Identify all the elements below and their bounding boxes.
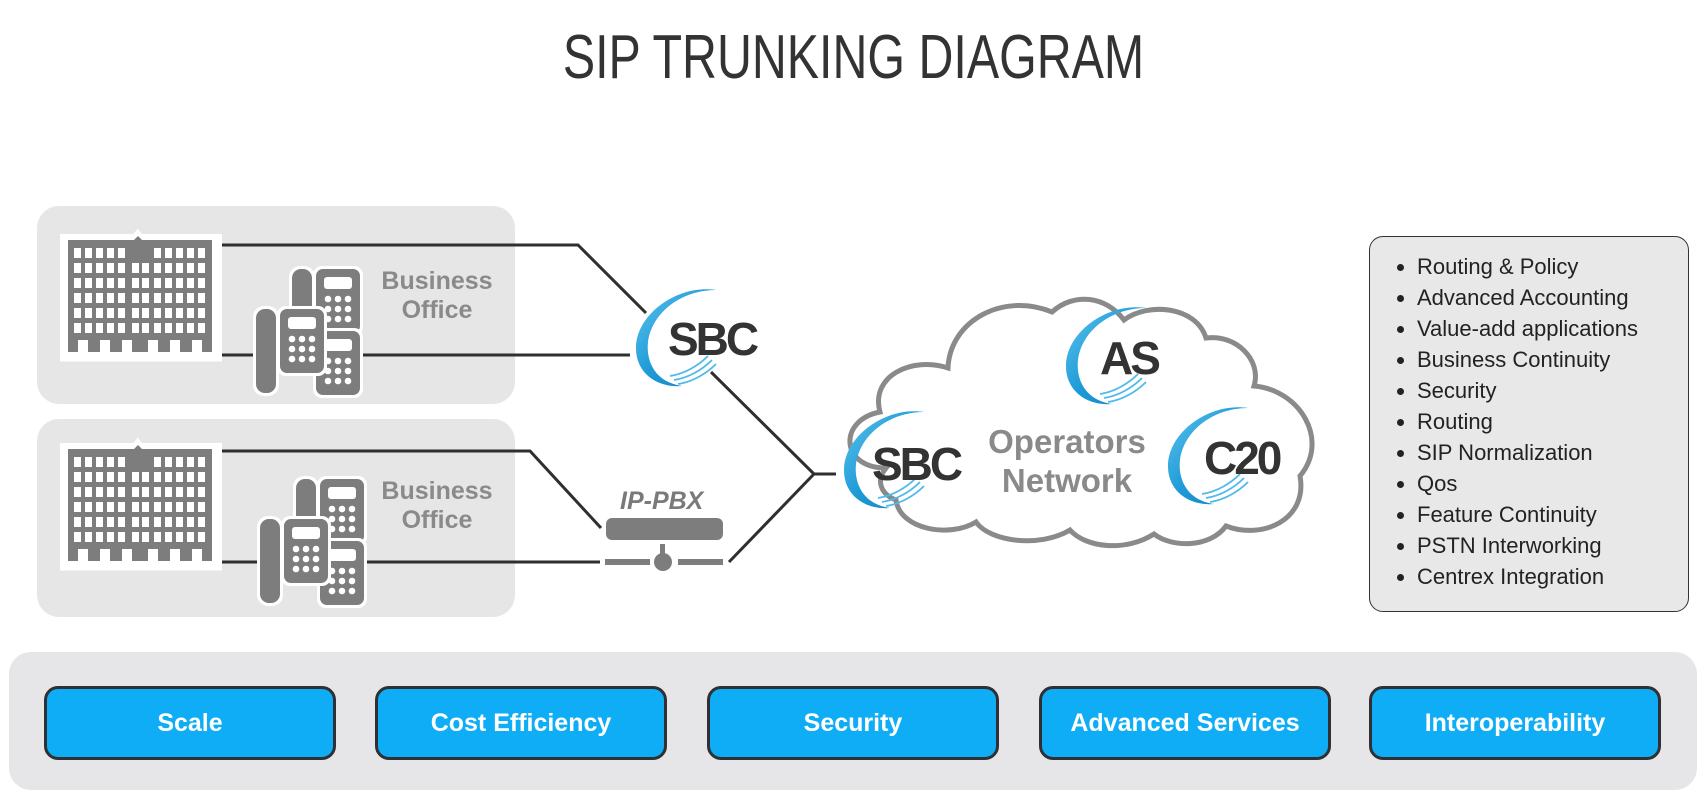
feature-item: Feature Continuity xyxy=(1417,499,1688,530)
feature-item: Advanced Accounting xyxy=(1417,282,1688,313)
ip-pbx-device xyxy=(605,518,723,571)
features-list-box: Routing & Policy Advanced Accounting Val… xyxy=(1369,236,1689,612)
benefit-advanced-services[interactable]: Advanced Services xyxy=(1039,686,1331,760)
cloud-label: Operators Network xyxy=(967,422,1167,500)
office-label-line2: Office xyxy=(401,506,473,534)
c20-label: C20 xyxy=(1204,432,1281,484)
feature-item: Qos xyxy=(1417,468,1688,499)
building-icon xyxy=(60,229,222,362)
feature-item: Centrex Integration xyxy=(1417,561,1688,592)
benefit-interoperability[interactable]: Interoperability xyxy=(1369,686,1661,760)
feature-item: Routing & Policy xyxy=(1417,251,1688,282)
as-label: AS xyxy=(1100,332,1159,384)
benefit-cost-efficiency[interactable]: Cost Efficiency xyxy=(375,686,667,760)
feature-item: Security xyxy=(1417,375,1688,406)
office-label-line1: Business xyxy=(381,477,493,505)
edge-sbc-label: SBC xyxy=(668,313,758,365)
line-sbc-to-junction xyxy=(709,370,816,476)
office-label-line1: Business xyxy=(381,267,493,295)
phones-icon xyxy=(257,476,367,608)
features-list: Routing & Policy Advanced Accounting Val… xyxy=(1370,237,1688,592)
cloud-sbc-label: SBC xyxy=(872,438,962,490)
phones-icon xyxy=(253,266,363,398)
feature-item: SIP Normalization xyxy=(1417,437,1688,468)
feature-item: PSTN Interworking xyxy=(1417,530,1688,561)
feature-item: Value-add applications xyxy=(1417,313,1688,344)
cloud-label-line1: Operators xyxy=(988,423,1146,460)
ip-pbx-label: IP-PBX xyxy=(620,487,704,515)
office-label-line2: Office xyxy=(401,296,473,324)
benefit-scale[interactable]: Scale xyxy=(44,686,336,760)
feature-item: Routing xyxy=(1417,406,1688,437)
line-pbx-to-junction xyxy=(727,472,836,564)
building-icon xyxy=(60,438,222,571)
office-label-2: Business Office xyxy=(372,477,502,535)
office-label-1: Business Office xyxy=(372,267,502,325)
cloud-label-line2: Network xyxy=(1001,462,1133,499)
benefit-security[interactable]: Security xyxy=(707,686,999,760)
feature-item: Business Continuity xyxy=(1417,344,1688,375)
